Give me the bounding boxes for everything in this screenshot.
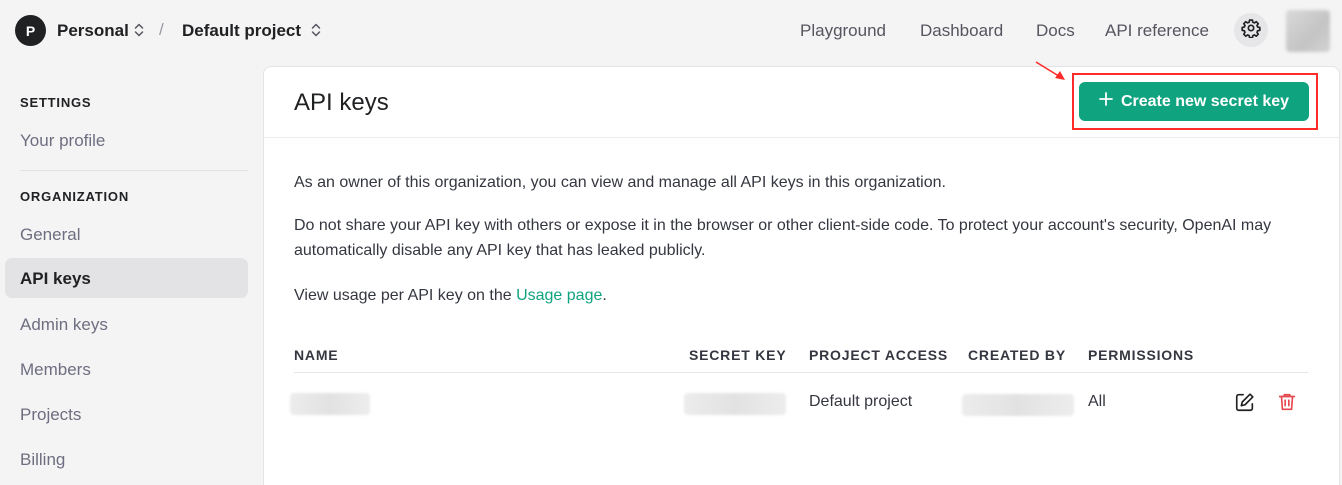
nav-api-reference[interactable]: API reference (1105, 21, 1209, 41)
column-header-permissions: PERMISSIONS (1088, 347, 1195, 363)
sidebar-item-projects[interactable]: Projects (20, 405, 81, 425)
sidebar-item-api-keys[interactable]: API keys (5, 258, 248, 298)
organization-heading: ORGANIZATION (20, 189, 130, 204)
column-header-project-access: PROJECT ACCESS (809, 347, 949, 363)
sidebar-item-billing[interactable]: Billing (20, 450, 65, 470)
org-avatar[interactable]: P (15, 15, 46, 46)
org-switcher[interactable]: Personal (57, 21, 129, 41)
chevron-updown-icon[interactable] (310, 22, 322, 38)
redacted-secret-key (684, 393, 786, 415)
nav-playground[interactable]: Playground (800, 21, 886, 41)
table-header-divider (294, 372, 1308, 373)
breadcrumb-separator: / (159, 20, 164, 39)
sidebar: SETTINGS Your profile ORGANIZATION Gener… (0, 66, 260, 485)
usage-text-suffix: . (602, 287, 607, 304)
intro-text: As an owner of this organization, you ca… (294, 174, 946, 191)
column-header-secret-key: SECRET KEY (689, 347, 787, 363)
sidebar-item-label: API keys (20, 269, 91, 288)
nav-dashboard[interactable]: Dashboard (920, 21, 1003, 41)
project-access-value: Default project (809, 393, 913, 410)
sidebar-item-general[interactable]: General (20, 225, 80, 245)
redacted-created-by (962, 394, 1074, 416)
chevron-updown-icon[interactable] (133, 22, 145, 38)
sidebar-divider (20, 170, 248, 171)
create-secret-key-label: Create new secret key (1120, 92, 1290, 110)
sidebar-item-members[interactable]: Members (20, 360, 91, 380)
gear-icon (1241, 18, 1261, 43)
project-switcher[interactable]: Default project (182, 21, 301, 41)
settings-heading: SETTINGS (20, 95, 92, 110)
trash-icon[interactable] (1276, 391, 1298, 413)
main-panel: API keys Create new secret key As an own… (263, 66, 1340, 485)
create-secret-key-button[interactable]: Create new secret key (1079, 82, 1309, 121)
settings-button[interactable] (1234, 13, 1268, 47)
edit-icon[interactable] (1234, 391, 1256, 413)
permissions-value: All (1088, 393, 1106, 410)
page-title: API keys (294, 89, 389, 116)
warning-text: Do not share your API key with others or… (294, 217, 1272, 259)
usage-page-link[interactable]: Usage page (516, 287, 602, 304)
user-avatar[interactable] (1286, 10, 1330, 52)
sidebar-item-your-profile[interactable]: Your profile (20, 131, 105, 151)
header-divider (264, 137, 1339, 138)
column-header-created-by: CREATED BY (968, 347, 1066, 363)
usage-text: View usage per API key on the Usage page… (294, 283, 1284, 308)
plus-icon (1099, 92, 1113, 111)
nav-docs[interactable]: Docs (1036, 21, 1075, 41)
arrow-annotation-icon (1035, 61, 1065, 80)
usage-text-prefix: View usage per API key on the (294, 287, 517, 304)
sidebar-item-admin-keys[interactable]: Admin keys (20, 315, 108, 335)
top-bar: P Personal / Default project Playground … (0, 0, 1342, 62)
redacted-key-name (290, 393, 370, 415)
column-header-name: NAME (294, 347, 339, 363)
